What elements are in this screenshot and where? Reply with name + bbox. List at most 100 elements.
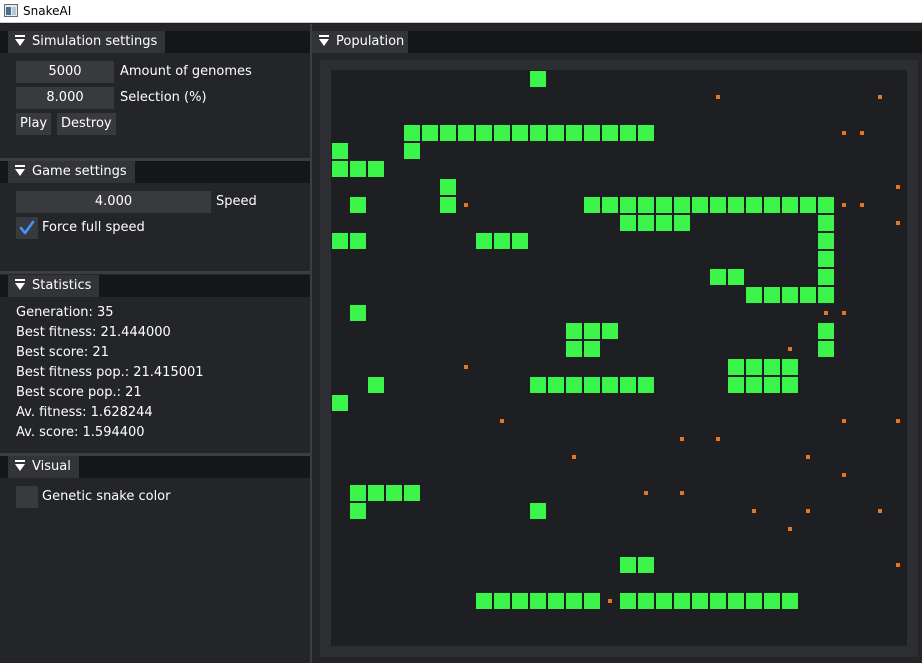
force-full-speed-checkbox[interactable]: [16, 217, 38, 239]
snake-segment: [638, 197, 654, 213]
snake-segment: [584, 593, 600, 609]
snake-segment: [620, 215, 636, 231]
collapse-icon-bar: [15, 35, 25, 37]
collapse-arrow-icon[interactable]: [15, 39, 25, 46]
visual-panel: Visual Genetic snake color: [0, 456, 310, 516]
snake-segment: [530, 377, 546, 393]
snake-segment: [440, 125, 456, 141]
snake-segment: [710, 269, 726, 285]
genomes-input[interactable]: 5000: [16, 61, 114, 83]
snake-segment: [638, 557, 654, 573]
window-titlebar: SnakeAI: [0, 0, 922, 23]
visual-tab[interactable]: Visual: [8, 456, 79, 478]
statistics-panel: Statistics Generation: 35 Best fitness: …: [0, 275, 310, 453]
snake-segment: [764, 287, 780, 303]
snake-segment: [368, 485, 384, 501]
snake-segment: [818, 233, 834, 249]
food-pellet: [878, 509, 882, 513]
checkmark-icon: [19, 220, 35, 235]
stat-best-fitness: Best fitness: 21.444000: [16, 325, 171, 340]
snake-segment: [350, 233, 366, 249]
snake-segment: [440, 197, 456, 213]
game-board-canvas: [332, 71, 900, 609]
snake-segment: [638, 125, 654, 141]
food-pellet: [572, 455, 576, 459]
snake-segment: [818, 215, 834, 231]
panel-splitter-2[interactable]: [0, 271, 310, 274]
snake-segment: [368, 377, 384, 393]
play-button[interactable]: Play: [16, 113, 52, 135]
window-title: SnakeAI: [23, 4, 72, 18]
snake-segment: [638, 593, 654, 609]
snake-segment: [620, 593, 636, 609]
snake-segment: [386, 485, 402, 501]
snake-segment: [332, 233, 348, 249]
food-pellet: [842, 203, 846, 207]
snake-segment: [476, 233, 492, 249]
snake-segment: [728, 197, 744, 213]
snake-segment: [656, 215, 672, 231]
speed-slider[interactable]: 4.000: [16, 191, 211, 213]
destroy-button[interactable]: Destroy: [57, 113, 116, 135]
food-pellet: [842, 419, 846, 423]
collapse-arrow-icon[interactable]: [15, 283, 25, 290]
snake-segment: [368, 161, 384, 177]
snake-segment: [818, 323, 834, 339]
food-pellet: [680, 491, 684, 495]
snake-segment: [530, 71, 546, 87]
snake-segment: [746, 197, 762, 213]
snake-segment: [746, 593, 762, 609]
game-settings-tab[interactable]: Game settings: [8, 161, 135, 183]
simulation-settings-tab[interactable]: Simulation settings: [8, 31, 166, 53]
selection-input[interactable]: 8.000: [16, 87, 114, 109]
snake-segment: [494, 125, 510, 141]
snake-segment: [332, 395, 348, 411]
snake-segment: [404, 485, 420, 501]
snake-segment: [332, 143, 348, 159]
snake-segment: [422, 125, 438, 141]
food-pellet: [896, 563, 900, 567]
food-pellet: [644, 491, 648, 495]
snake-segment: [458, 125, 474, 141]
population-tab[interactable]: Population: [312, 31, 409, 53]
snake-segment: [818, 287, 834, 303]
snake-segment: [818, 251, 834, 267]
snake-segment: [620, 557, 636, 573]
snake-segment: [638, 215, 654, 231]
snake-segment: [782, 377, 798, 393]
snake-segment: [350, 161, 366, 177]
snake-segment: [800, 287, 816, 303]
statistics-tab[interactable]: Statistics: [8, 275, 100, 297]
snake-segment: [494, 593, 510, 609]
snake-segment: [584, 125, 600, 141]
snake-segment: [746, 359, 762, 375]
food-pellet: [464, 365, 468, 369]
snake-segment: [782, 593, 798, 609]
food-pellet: [680, 437, 684, 441]
snake-segment: [674, 593, 690, 609]
snake-segment: [350, 305, 366, 321]
statistics-title: Statistics: [32, 278, 92, 293]
snake-segment: [494, 233, 510, 249]
collapse-arrow-icon[interactable]: [15, 169, 25, 176]
food-pellet: [842, 311, 846, 315]
food-pellet: [878, 95, 882, 99]
stat-best-fitness-pop: Best fitness pop.: 21.415001: [16, 365, 204, 380]
collapse-arrow-icon[interactable]: [319, 39, 329, 46]
snake-segment: [440, 179, 456, 195]
collapse-arrow-icon[interactable]: [15, 464, 25, 471]
stat-best-score: Best score: 21: [16, 345, 109, 360]
collapse-icon-bar: [15, 165, 25, 167]
genetic-snake-color-label: Genetic snake color: [42, 489, 171, 504]
food-pellet: [842, 473, 846, 477]
force-full-speed-label: Force full speed: [42, 220, 145, 235]
snake-segment: [674, 215, 690, 231]
snake-segment: [800, 197, 816, 213]
snake-segment: [782, 287, 798, 303]
snake-segment: [530, 503, 546, 519]
snake-segment: [584, 197, 600, 213]
snake-segment: [746, 377, 762, 393]
snake-segment: [512, 125, 528, 141]
genetic-snake-color-checkbox[interactable]: [16, 486, 38, 508]
snake-segment: [620, 377, 636, 393]
